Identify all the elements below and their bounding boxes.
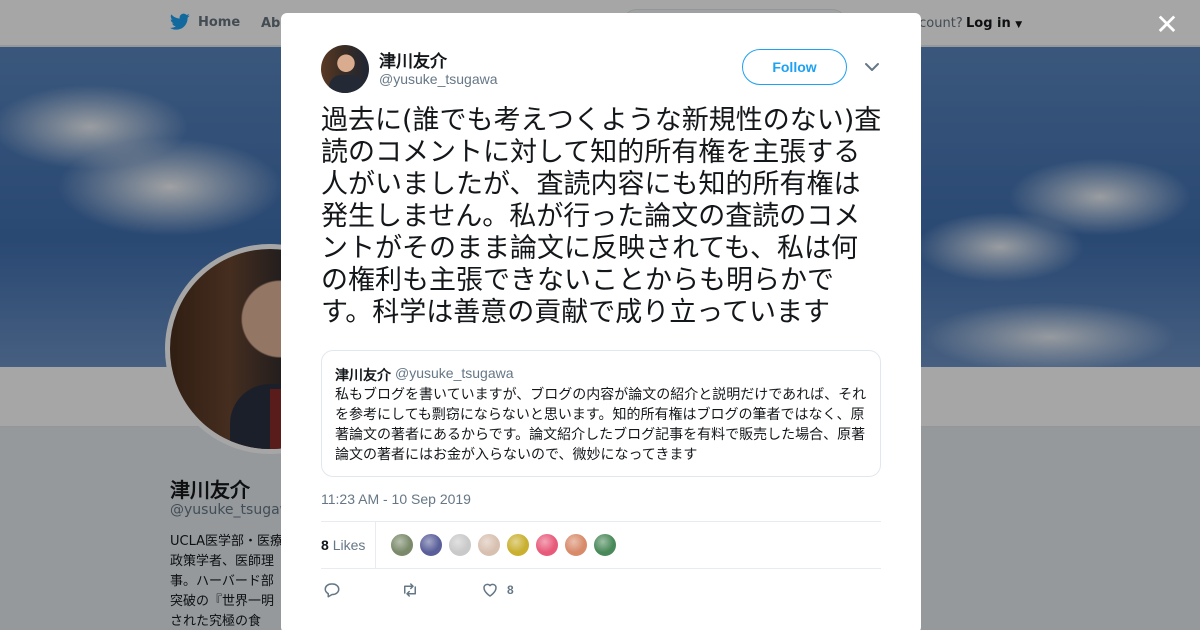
tweet-text: 過去に(誰でも考えつくような新規性のない)査読のコメントに対して知的所有権を主張…	[321, 105, 882, 328]
liker-avatars	[390, 533, 617, 557]
liker-avatar[interactable]	[419, 533, 443, 557]
heart-icon	[483, 583, 497, 597]
reply-button[interactable]	[323, 581, 341, 599]
like-button[interactable]: 8	[481, 581, 514, 599]
likes-stat[interactable]: 8 Likes	[321, 537, 365, 553]
tweet-timestamp[interactable]: 11:23 AM - 10 Sep 2019	[321, 491, 471, 507]
author-handle[interactable]: @yusuke_tsugawa	[379, 71, 498, 87]
liker-avatar[interactable]	[477, 533, 501, 557]
tweet-modal: 津川友介 @yusuke_tsugawa Follow 過去に(誰でも考えつくよ…	[281, 13, 921, 630]
likes-count: 8	[321, 537, 329, 553]
quoted-author-handle: @yusuke_tsugawa	[395, 365, 514, 381]
tweet-actions: 8	[321, 581, 881, 603]
retweet-button[interactable]	[401, 581, 419, 599]
retweet-icon	[404, 583, 416, 597]
stats-divider	[375, 522, 376, 568]
chevron-down-icon[interactable]	[864, 61, 880, 73]
reply-icon	[324, 583, 340, 598]
quoted-author-name: 津川友介	[335, 368, 391, 384]
author-name[interactable]: 津川友介	[379, 47, 447, 72]
author-avatar[interactable]	[321, 45, 369, 93]
liker-avatar[interactable]	[390, 533, 414, 557]
likes-label: Likes	[332, 537, 366, 553]
liker-avatar[interactable]	[506, 533, 530, 557]
liker-avatar[interactable]	[593, 533, 617, 557]
quoted-tweet[interactable]: 津川友介 @yusuke_tsugawa 私もブログを書いていますが、ブログの内…	[321, 350, 881, 477]
like-count: 8	[507, 583, 514, 597]
follow-button[interactable]: Follow	[742, 49, 847, 85]
liker-avatar[interactable]	[535, 533, 559, 557]
tweet-stats: 8 Likes	[321, 521, 881, 569]
close-icon[interactable]: ✕	[1154, 11, 1180, 39]
liker-avatar[interactable]	[448, 533, 472, 557]
quoted-tweet-text: 私もブログを書いていますが、ブログの内容が論文の紹介と説明だけであれば、それを参…	[335, 387, 867, 463]
liker-avatar[interactable]	[564, 533, 588, 557]
